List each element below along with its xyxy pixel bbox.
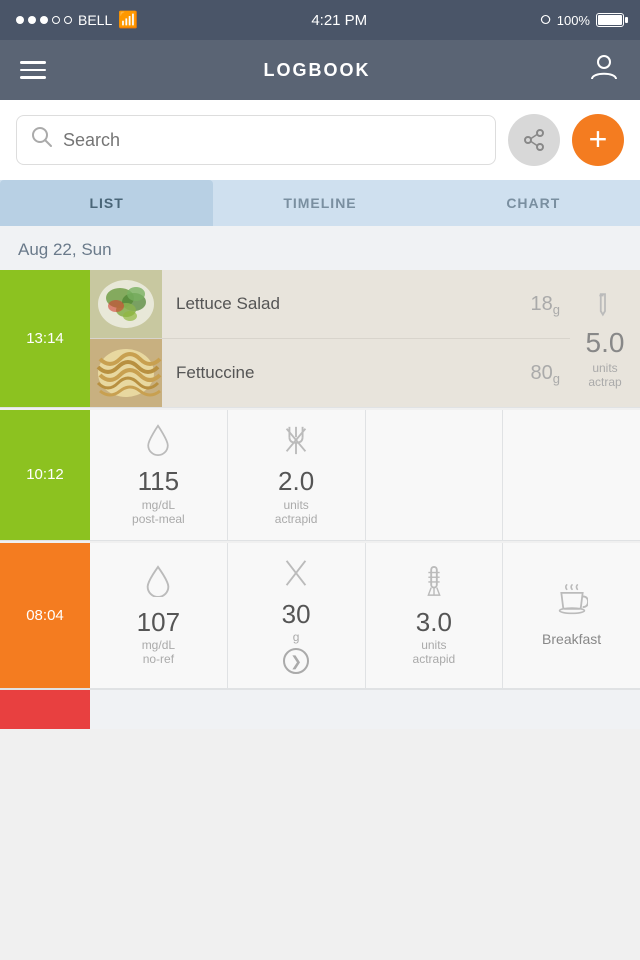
metric-meal-0804: 30 g ❯ <box>228 543 366 689</box>
signal-dot-3 <box>40 16 48 24</box>
metric-breakfast-0804: Breakfast <box>503 543 640 689</box>
search-input[interactable] <box>63 130 481 151</box>
plus-icon: + <box>589 123 608 155</box>
metric-value-meal-0804: 30 <box>282 600 311 629</box>
carrier-label: BELL <box>78 12 112 28</box>
signal-dots <box>16 16 72 24</box>
metric-empty-1012-3 <box>366 410 504 540</box>
time-label-0804: 08:04 <box>0 543 90 689</box>
tab-list-label: LIST <box>89 195 123 211</box>
status-left: BELL 📶 <box>16 10 138 30</box>
metric-label-glucose-1012: post-meal <box>132 512 185 526</box>
metric-unit-tube-0804: units <box>421 638 446 652</box>
share-button[interactable] <box>508 114 560 166</box>
entry-0804: 08:04 107 mg/dL no-ref 30 g ❯ <box>0 543 640 690</box>
signal-dot-4 <box>52 16 60 24</box>
time-label-1314: 13:14 <box>0 270 90 407</box>
entry-1012: 10:12 115 mg/dL post-meal <box>0 410 640 541</box>
status-right: ⭘ 100% <box>540 12 624 28</box>
metric-label-breakfast-0804: Breakfast <box>542 631 601 647</box>
metrics-row-1012: 115 mg/dL post-meal 2.0 units actra <box>90 410 640 540</box>
metric-unit-glucose-1012: mg/dL <box>142 498 175 512</box>
food-row-fettuccine: Fettuccine 80g <box>90 339 570 407</box>
metric-label-glucose-0804: no-ref <box>143 652 174 666</box>
metric-glucose-0804: 107 mg/dL no-ref <box>90 543 228 689</box>
metric-tube-0804: 3.0 units actrapid <box>366 543 504 689</box>
tab-list[interactable]: LIST <box>0 180 213 226</box>
tab-bar: LIST TIMELINE CHART <box>0 180 640 226</box>
date-header: Aug 22, Sun <box>0 226 640 270</box>
metrics-row-0804: 107 mg/dL no-ref 30 g ❯ <box>90 543 640 689</box>
page-title: LOGBOOK <box>264 60 371 81</box>
side-label-1314: actrap <box>588 375 621 389</box>
side-val-1314: 5.0 units actrap <box>570 270 640 407</box>
search-section: + <box>0 100 640 180</box>
metric-value-glucose-0804: 107 <box>137 608 180 637</box>
metric-glucose-1012: 115 mg/dL post-meal <box>90 410 228 540</box>
signal-dot-5 <box>64 16 72 24</box>
food-amount-lettuce: 18g <box>531 293 570 316</box>
side-value-1314: 5.0 <box>586 327 625 358</box>
time-label-1012: 10:12 <box>0 410 90 540</box>
metric-value-glucose-1012: 115 <box>138 467 179 496</box>
edit-icon-1314[interactable] <box>586 284 624 322</box>
tab-chart[interactable]: CHART <box>427 180 640 226</box>
metric-meal-1012: 2.0 units actrapid <box>228 410 366 540</box>
bluetooth-icon: ⭘ <box>540 12 550 28</box>
fork-icon-0804 <box>280 557 312 596</box>
metric-empty-1012-4 <box>503 410 640 540</box>
partial-row-bottom <box>0 689 640 729</box>
drop-icon-1012 <box>142 424 174 463</box>
food-row-lettuce: Lettuce Salad 18g <box>90 270 570 339</box>
food-name-fettuccine: Fettuccine <box>162 363 531 383</box>
signal-dot-2 <box>28 16 36 24</box>
tab-timeline-label: TIMELINE <box>283 195 356 211</box>
menu-line-1 <box>20 61 46 64</box>
food-amount-fettuccine: 80g <box>531 362 570 385</box>
signal-dot-1 <box>16 16 24 24</box>
wifi-icon: 📶 <box>118 10 138 30</box>
side-unit-1314: units <box>592 361 617 375</box>
food-name-lettuce: Lettuce Salad <box>162 294 531 314</box>
metric-label-meal-1012: actrapid <box>275 512 318 526</box>
tab-timeline[interactable]: TIMELINE <box>213 180 426 226</box>
metric-unit-meal-0804: g <box>293 630 300 644</box>
add-button[interactable]: + <box>572 114 624 166</box>
status-bar: BELL 📶 4:21 PM ⭘ 100% <box>0 0 640 40</box>
drop-icon-0804 <box>142 565 174 604</box>
battery-fill <box>598 15 622 25</box>
entry-1314: 13:14 Lettuce Salad 18g <box>0 270 640 408</box>
search-input-wrap[interactable] <box>16 115 496 165</box>
user-icon[interactable] <box>588 51 620 90</box>
tab-chart-label: CHART <box>506 195 560 211</box>
battery-icon <box>596 13 624 27</box>
menu-line-3 <box>20 76 46 79</box>
menu-button[interactable] <box>20 61 46 79</box>
metric-label-tube-0804: actrapid <box>413 652 456 666</box>
partial-red-block <box>0 690 90 729</box>
arrow-icon-0804[interactable]: ❯ <box>283 648 309 674</box>
food-thumb-fettuccine <box>90 339 162 407</box>
coffee-icon-0804 <box>556 584 588 623</box>
food-thumb-lettuce <box>90 270 162 338</box>
metric-value-tube-0804: 3.0 <box>416 608 452 637</box>
app-header: LOGBOOK <box>0 40 640 100</box>
tube-icon-0804 <box>418 565 450 604</box>
menu-line-2 <box>20 69 46 72</box>
food-rows-1314: Lettuce Salad 18g Fettuccine 80g <box>90 270 570 407</box>
clock: 4:21 PM <box>311 12 367 29</box>
metric-value-meal-1012: 2.0 <box>278 467 314 496</box>
battery-label: 100% <box>557 13 590 28</box>
search-icon <box>31 126 53 154</box>
metric-unit-glucose-0804: mg/dL <box>142 638 175 652</box>
metric-unit-meal-1012: units <box>283 498 308 512</box>
fork-icon-1012 <box>280 424 312 463</box>
